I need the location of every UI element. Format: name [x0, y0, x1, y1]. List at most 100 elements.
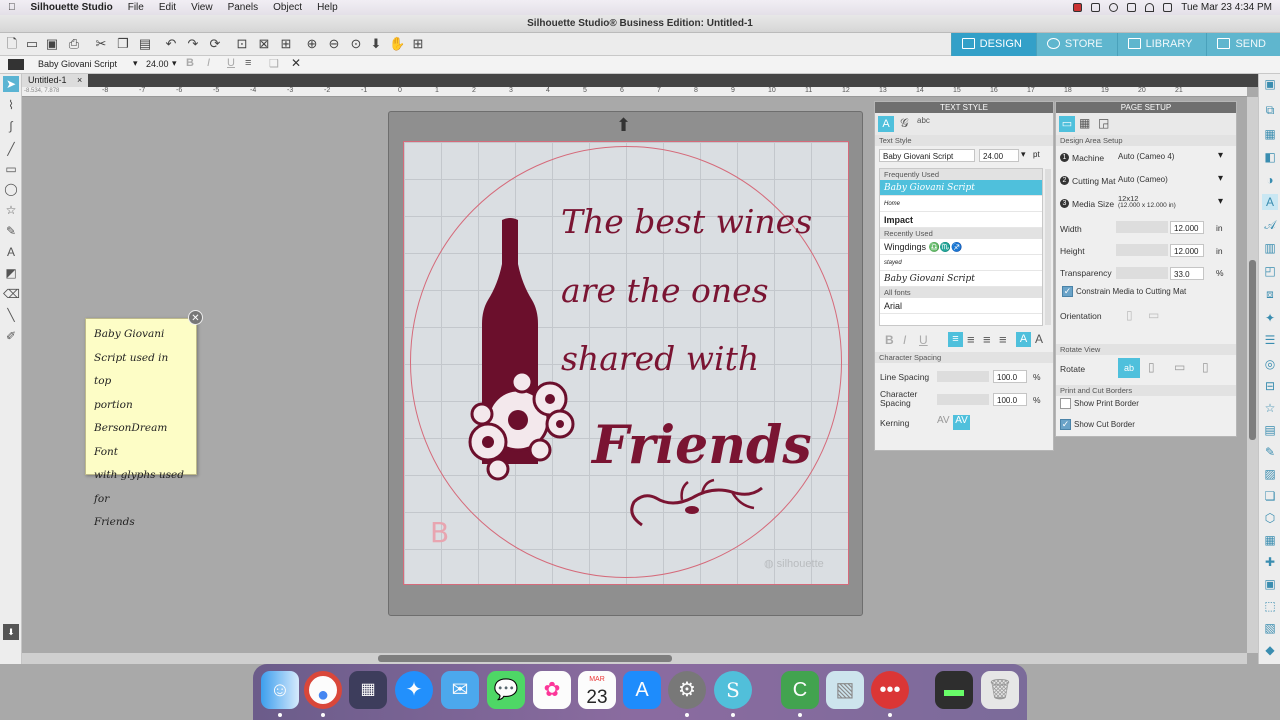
map-icon[interactable]: ▦: [1262, 532, 1278, 548]
bold-button[interactable]: B: [186, 57, 194, 69]
bluetooth-icon[interactable]: [1127, 3, 1137, 12]
knit-icon[interactable]: ✚: [1262, 554, 1278, 570]
align-icon[interactable]: ≡: [245, 57, 251, 69]
ungroup-icon[interactable]: ⊠: [256, 36, 272, 52]
font-item[interactable]: Baby Giovani Script: [880, 180, 1042, 196]
effects-icon[interactable]: ◆: [1262, 642, 1278, 658]
search-icon[interactable]: [1163, 3, 1173, 12]
redo-icon[interactable]: ↷: [185, 36, 201, 52]
font-list-scrollbar[interactable]: [1045, 169, 1051, 325]
emboss-icon[interactable]: ▣: [1262, 576, 1278, 592]
library-panel-icon[interactable]: ▤: [1262, 422, 1278, 438]
machine-select[interactable]: Auto (Cameo 4): [1118, 152, 1174, 161]
fill-panel-icon[interactable]: ◑: [1262, 172, 1278, 188]
trash-icon[interactable]: 🗑: [981, 671, 1019, 709]
undo-icon[interactable]: ↶: [163, 36, 179, 52]
show-print-border-checkbox[interactable]: [1060, 398, 1071, 409]
system-preferences-icon[interactable]: ⚙: [668, 671, 706, 709]
silhouette-studio-icon[interactable]: S: [714, 671, 752, 709]
pan-hand-icon[interactable]: ✋: [389, 36, 405, 52]
font-item[interactable]: Impact: [880, 212, 1042, 228]
preview-icon[interactable]: ▧: [826, 671, 864, 709]
save-icon[interactable]: ▣: [44, 36, 60, 52]
clock-status-icon[interactable]: [1109, 3, 1119, 12]
bold-toggle[interactable]: B: [885, 333, 894, 347]
font-item[interactable]: Wingdings ♎♏♐: [880, 239, 1042, 255]
media-tab-icon[interactable]: ▭: [1059, 116, 1075, 132]
eyedropper-icon[interactable]: ✐: [3, 328, 19, 344]
extension-icon[interactable]: [1091, 3, 1101, 12]
transparency-field[interactable]: 33.0: [1170, 267, 1204, 280]
align-center-icon[interactable]: ≡: [967, 332, 975, 347]
line-spacing-field[interactable]: 100.0: [993, 370, 1027, 383]
char-spacing-field[interactable]: 100.0: [993, 393, 1027, 406]
layers-2-icon[interactable]: ⊟: [1262, 378, 1278, 394]
trace-icon[interactable]: ▥: [1262, 240, 1278, 256]
design-text-friends[interactable]: Friends: [592, 415, 812, 476]
note-close-icon[interactable]: ✕: [188, 310, 203, 325]
font-size-field[interactable]: 24.00: [979, 149, 1019, 162]
sticky-note[interactable]: Baby Giovani Script used in top portion …: [85, 318, 197, 528]
design-text-line3[interactable]: shared with: [561, 339, 759, 378]
zoom-fit-icon[interactable]: ⊙: [348, 36, 364, 52]
tab-store[interactable]: STORE: [1035, 33, 1117, 56]
camtasia-icon[interactable]: C: [781, 671, 819, 709]
text-path-tab-icon[interactable]: 𝒢: [900, 116, 909, 131]
cut-icon[interactable]: ✂: [93, 36, 109, 52]
portrait-icon[interactable]: ▯: [1126, 308, 1133, 322]
rotate-180-icon[interactable]: ▭: [1174, 360, 1185, 374]
media-icon[interactable]: ▨: [1262, 466, 1278, 482]
screen-recorder-icon[interactable]: •••: [871, 671, 909, 709]
polygon-icon[interactable]: ☆: [3, 202, 19, 218]
cube-icon[interactable]: ⬡: [1262, 510, 1278, 526]
weld-icon[interactable]: ❑: [269, 57, 279, 70]
chevron-down-icon[interactable]: ▾: [1218, 196, 1223, 207]
activity-monitor-icon[interactable]: ▬: [935, 671, 973, 709]
line-spacing-slider[interactable]: [937, 371, 989, 382]
app-store-icon[interactable]: A: [623, 671, 661, 709]
char-spacing-slider[interactable]: [937, 394, 989, 405]
landscape-icon[interactable]: ▭: [1148, 308, 1159, 322]
replicate-icon[interactable]: ⧈: [1262, 286, 1278, 302]
italic-toggle[interactable]: I: [903, 333, 906, 347]
font-name-field[interactable]: Baby Giovani Script: [879, 149, 975, 162]
eraser-icon[interactable]: ⌫: [3, 286, 20, 302]
zoom-out-icon[interactable]: ⊖: [326, 36, 342, 52]
font-item[interactable]: Home: [880, 196, 1042, 212]
flourish-swirl-graphic[interactable]: [622, 470, 772, 540]
design-text-line2[interactable]: are the ones: [561, 271, 769, 310]
modify-icon[interactable]: ✦: [1262, 310, 1278, 326]
knife-icon[interactable]: ╲: [3, 307, 19, 323]
fit-page-icon[interactable]: ⊞: [410, 36, 426, 52]
vertical-scroll-thumb[interactable]: [1249, 260, 1256, 440]
mail-icon[interactable]: ✉: [441, 671, 479, 709]
underline-button[interactable]: U: [227, 57, 235, 69]
menu-panels[interactable]: Panels: [228, 2, 259, 13]
clock[interactable]: Tue Mar 23 4:34 PM: [1181, 2, 1272, 13]
chevron-down-icon[interactable]: ▾: [172, 58, 177, 69]
line-style-icon[interactable]: ☰: [1262, 332, 1278, 348]
sketch-icon[interactable]: ✎: [1262, 444, 1278, 460]
close-tab-icon[interactable]: ×: [77, 75, 82, 85]
app-status-icon[interactable]: [1073, 3, 1083, 12]
send-panel-icon[interactable]: ⬚: [1262, 598, 1278, 614]
print-icon[interactable]: ⎙: [66, 36, 82, 52]
chevron-down-icon[interactable]: ▾: [133, 58, 138, 69]
finder-icon[interactable]: ☺: [261, 671, 299, 709]
document-tab[interactable]: Untitled-1 ×: [22, 74, 89, 87]
horizontal-text-icon[interactable]: A: [1016, 332, 1031, 347]
menu-help[interactable]: Help: [317, 2, 338, 13]
cutting-mat-select[interactable]: Auto (Cameo): [1118, 175, 1168, 184]
ruler-icon[interactable]: ▧: [1262, 620, 1278, 636]
width-field[interactable]: 12.000: [1170, 221, 1204, 234]
curve-icon[interactable]: ∫: [3, 118, 19, 134]
justify-icon[interactable]: ≡: [999, 332, 1007, 347]
menu-app-name[interactable]: Silhouette Studio: [31, 2, 113, 13]
open-icon[interactable]: ▭: [24, 36, 40, 52]
wifi-icon[interactable]: [1145, 3, 1155, 12]
chrome-icon[interactable]: ●: [304, 671, 342, 709]
kerning-off-icon[interactable]: AV: [937, 415, 950, 426]
font-size-field[interactable]: 24.00: [146, 59, 169, 69]
grid-tab-icon[interactable]: ▦: [1079, 116, 1090, 130]
new-icon[interactable]: 🗋: [4, 36, 20, 52]
